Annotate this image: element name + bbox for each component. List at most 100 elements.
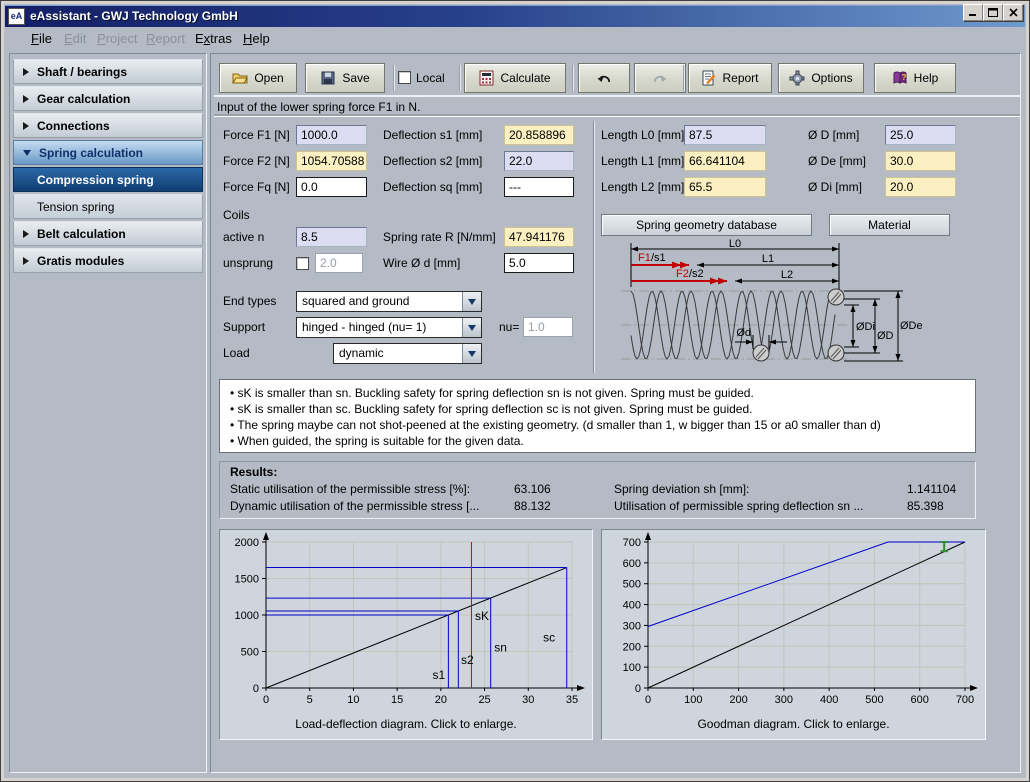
toolbar-separator (572, 65, 573, 91)
unsprung-input[interactable]: 2.0 (315, 253, 363, 273)
goodman-caption: Goodman diagram. Click to enlarge. (602, 717, 985, 731)
redo-icon (652, 71, 668, 85)
svg-text:2000: 2000 (235, 537, 259, 549)
dim-f1-label: F1 (638, 252, 651, 264)
open-button[interactable]: Open (219, 63, 297, 93)
deflection-s1-input[interactable]: 20.858896 (504, 125, 574, 145)
dropdown-arrow-icon[interactable] (462, 292, 481, 311)
end-types-select[interactable]: squared and ground (296, 291, 482, 312)
menu-extras[interactable]: Extras (195, 31, 232, 46)
svg-text:0: 0 (635, 683, 641, 695)
dia-d-input[interactable]: 25.0 (885, 125, 956, 145)
load-deflection-chart[interactable]: 051015202530350500100015002000s1s2sKsnsc… (219, 529, 593, 740)
calculate-button[interactable]: Calculate (464, 63, 566, 93)
sidebar-item-connections[interactable]: Connections (13, 113, 203, 138)
maximize-button[interactable] (983, 4, 1003, 21)
sidebar-item-tension-spring[interactable]: Tension spring (13, 194, 203, 219)
dia-di-input[interactable]: 20.0 (885, 177, 956, 197)
menu-edit[interactable]: Edit (64, 31, 86, 46)
undo-button[interactable] (578, 63, 630, 93)
svg-text:25: 25 (478, 694, 490, 706)
wire-d-label: Wire Ø d [mm] (383, 256, 460, 270)
deflection-sq-label: Deflection sq [mm] (383, 180, 482, 194)
goodman-chart[interactable]: 0100200300400500600700010020030040050060… (601, 529, 986, 740)
spring-geometry-database-button[interactable]: Spring geometry database (601, 214, 812, 236)
dia-de-input[interactable]: 30.0 (885, 151, 956, 171)
svg-text:700: 700 (623, 537, 641, 549)
load-select[interactable]: dynamic (333, 343, 482, 364)
result-label: Utilisation of permissible spring deflec… (614, 499, 863, 513)
force-f2-input[interactable]: 1054.70588 (296, 151, 367, 171)
options-button[interactable]: Options (778, 63, 864, 93)
report-document-icon (701, 70, 716, 86)
close-icon (1009, 8, 1018, 17)
dim-de-label: ØDe (900, 320, 923, 332)
menu-bar: File Edit Project Report Extras Help (5, 27, 1025, 49)
sidebar-item-gratis-modules[interactable]: Gratis modules (13, 248, 203, 273)
active-n-input[interactable]: 8.5 (296, 227, 367, 247)
length-l1-label: Length L1 [mm] (601, 154, 684, 168)
svg-text:400: 400 (820, 694, 838, 706)
svg-text:600: 600 (623, 558, 641, 570)
toolbar-underline (214, 95, 1020, 97)
material-button[interactable]: Material (829, 214, 950, 236)
dropdown-arrow-icon[interactable] (462, 344, 481, 363)
title-bar: eA eAssistant - GWJ Technology GmbH (5, 5, 1025, 27)
dim-d-label: ØD (877, 330, 894, 342)
deflection-s2-input[interactable]: 22.0 (504, 151, 574, 171)
length-l2-label: Length L2 [mm] (601, 180, 684, 194)
sidebar-item-belt-calculation[interactable]: Belt calculation (13, 221, 203, 246)
spring-rate-input[interactable]: 47.941176 (504, 227, 574, 247)
minimize-icon (968, 8, 978, 17)
menu-file[interactable]: File (31, 31, 52, 46)
wire-d-input[interactable]: 5.0 (504, 253, 574, 273)
separator-line (214, 114, 1020, 116)
save-button[interactable]: Save (305, 63, 385, 93)
warning-message: • sK is smaller than sn. Buckling safety… (230, 385, 965, 401)
svg-text:100: 100 (684, 694, 702, 706)
dim-l0-label: L0 (729, 239, 741, 250)
dropdown-arrow-icon[interactable] (462, 318, 481, 337)
result-label: Static utilisation of the permissible st… (230, 482, 470, 496)
force-f1-input[interactable]: 1000.0 (296, 125, 367, 145)
chevron-right-icon (23, 68, 29, 76)
deflection-sq-input[interactable]: --- (504, 177, 574, 197)
force-f2-label: Force F2 [N] (223, 154, 290, 168)
support-select[interactable]: hinged - hinged (nu= 1) (296, 317, 482, 338)
app-icon: eA (8, 8, 25, 25)
dim-l1-label: L1 (762, 253, 774, 265)
redo-button[interactable] (634, 63, 686, 93)
unsprung-checkbox[interactable] (296, 257, 309, 270)
local-checkbox[interactable] (398, 71, 411, 84)
sidebar-item-spring-calculation[interactable]: Spring calculation (13, 140, 203, 165)
toolbar-separator (393, 65, 394, 91)
app-window: eA eAssistant - GWJ Technology GmbH File… (0, 0, 1030, 782)
close-button[interactable] (1003, 4, 1023, 21)
report-button[interactable]: Report (688, 63, 772, 93)
menu-report[interactable]: Report (146, 31, 185, 46)
svg-text:600: 600 (911, 694, 929, 706)
dim-wire-d-label: Ød (736, 327, 751, 339)
help-button[interactable]: ? Help (874, 63, 956, 93)
dim-s1-label: /s1 (651, 252, 666, 264)
sidebar-item-compression-spring[interactable]: Compression spring (13, 167, 203, 192)
svg-text:10: 10 (347, 694, 359, 706)
length-l2-input[interactable]: 65.5 (684, 177, 766, 197)
sidebar-item-shaft-bearings[interactable]: Shaft / bearings (13, 59, 203, 84)
length-l0-input[interactable]: 87.5 (684, 125, 766, 145)
svg-text:s2: s2 (461, 653, 474, 667)
results-title: Results: (230, 465, 277, 479)
menu-help[interactable]: Help (243, 31, 270, 46)
calculator-icon (479, 70, 494, 86)
nu-input[interactable]: 1.0 (523, 317, 573, 337)
svg-text:sn: sn (494, 641, 507, 655)
sidebar-item-gear-calculation[interactable]: Gear calculation (13, 86, 203, 111)
dim-s2-label: /s2 (689, 268, 704, 280)
menu-project[interactable]: Project (97, 31, 137, 46)
minimize-button[interactable] (963, 4, 983, 21)
length-l1-input[interactable]: 66.641104 (684, 151, 766, 171)
warning-message: • When guided, the spring is suitable fo… (230, 433, 965, 449)
svg-text:35: 35 (566, 694, 578, 706)
status-line: Input of the lower spring force F1 in N. (217, 100, 420, 114)
force-fq-input[interactable]: 0.0 (296, 177, 367, 197)
